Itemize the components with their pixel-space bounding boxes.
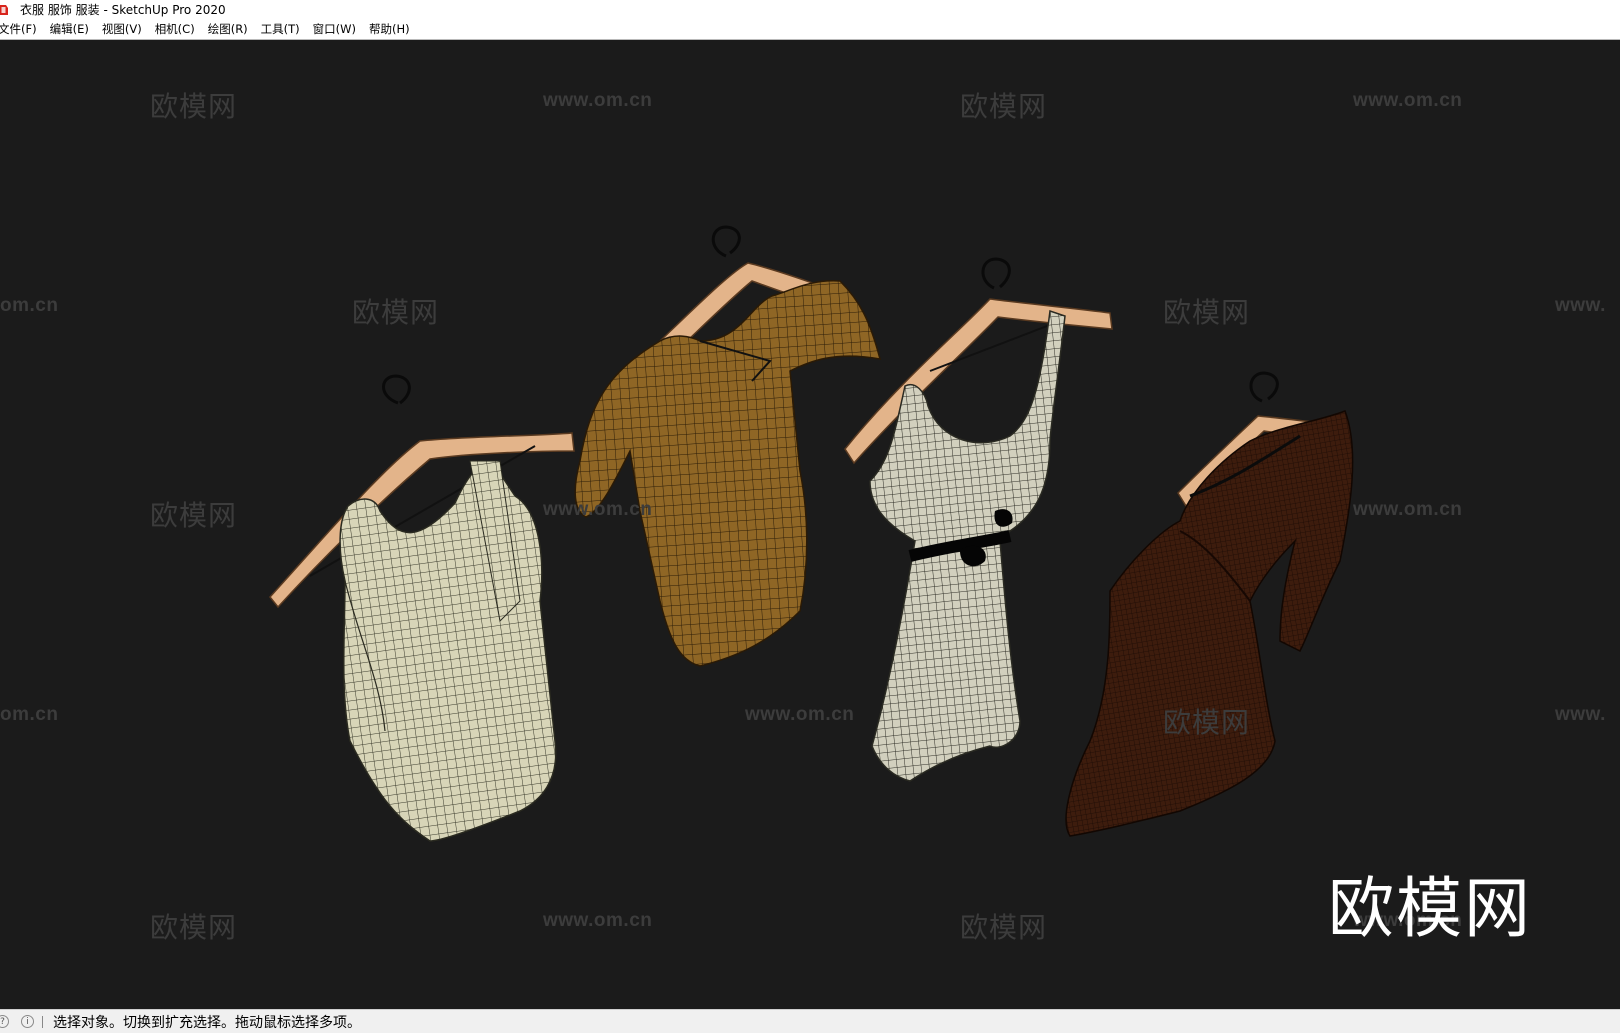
watermark-url-partial: om.cn bbox=[0, 295, 59, 316]
watermark-url: www.om.cn bbox=[1353, 499, 1463, 520]
garment-white-dress[interactable] bbox=[844, 257, 1113, 782]
title-bar: 衣服 服饰 服装 - SketchUp Pro 2020 bbox=[0, 0, 1620, 19]
menu-file[interactable]: 文件(F) bbox=[0, 21, 37, 37]
watermark-url-partial: om.cn bbox=[0, 704, 59, 725]
menu-draw[interactable]: 绘图(R) bbox=[208, 21, 248, 37]
menu-edit[interactable]: 编辑(E) bbox=[50, 21, 89, 37]
menu-camera[interactable]: 相机(C) bbox=[155, 21, 195, 37]
menu-bar: 文件(F) 编辑(E) 视图(V) 相机(C) 绘图(R) 工具(T) 窗口(W… bbox=[0, 19, 1620, 40]
garment-brown-dress[interactable] bbox=[1065, 371, 1354, 837]
watermark-url: www.om.cn bbox=[543, 499, 653, 520]
watermark-brand: 欧模网 bbox=[960, 91, 1048, 122]
watermark-brand: 欧模网 bbox=[1163, 297, 1251, 328]
watermark-url: www.om.cn bbox=[1353, 90, 1463, 111]
brand-logo: 欧模网 bbox=[1328, 870, 1532, 947]
watermark-brand: 欧模网 bbox=[352, 297, 440, 328]
garment-white-top[interactable] bbox=[269, 374, 575, 842]
watermark-brand: 欧模网 bbox=[150, 500, 238, 531]
status-text: 选择对象。切换到扩充选择。拖动鼠标选择多项。 bbox=[53, 1014, 361, 1031]
status-divider bbox=[42, 1015, 43, 1028]
menu-help[interactable]: 帮助(H) bbox=[369, 21, 410, 37]
window-title: 衣服 服饰 服装 - SketchUp Pro 2020 bbox=[20, 3, 226, 17]
watermark-brand: 欧模网 bbox=[960, 912, 1048, 943]
help-icon[interactable]: ? bbox=[0, 1015, 9, 1028]
sketchup-app-icon[interactable] bbox=[0, 4, 8, 16]
watermark-url-cut: www. bbox=[1555, 704, 1606, 725]
watermark-url: www.om.cn bbox=[745, 704, 855, 725]
garment-ochre-shirt[interactable] bbox=[574, 225, 882, 667]
info-icon[interactable]: i bbox=[21, 1015, 34, 1028]
watermark-url: www.om.cn bbox=[543, 90, 653, 111]
watermark-url: www.om.cn bbox=[543, 910, 653, 931]
menu-view[interactable]: 视图(V) bbox=[102, 21, 142, 37]
watermark-brand: 欧模网 bbox=[1163, 707, 1251, 738]
menu-tools[interactable]: 工具(T) bbox=[261, 21, 300, 37]
status-bar: ? i 选择对象。切换到扩充选择。拖动鼠标选择多项。 bbox=[0, 1009, 1620, 1033]
watermark-brand: 欧模网 bbox=[150, 912, 238, 943]
menu-window[interactable]: 窗口(W) bbox=[313, 21, 356, 37]
watermark-url-cut: www. bbox=[1555, 295, 1606, 316]
watermark-brand: 欧模网 bbox=[150, 91, 238, 122]
